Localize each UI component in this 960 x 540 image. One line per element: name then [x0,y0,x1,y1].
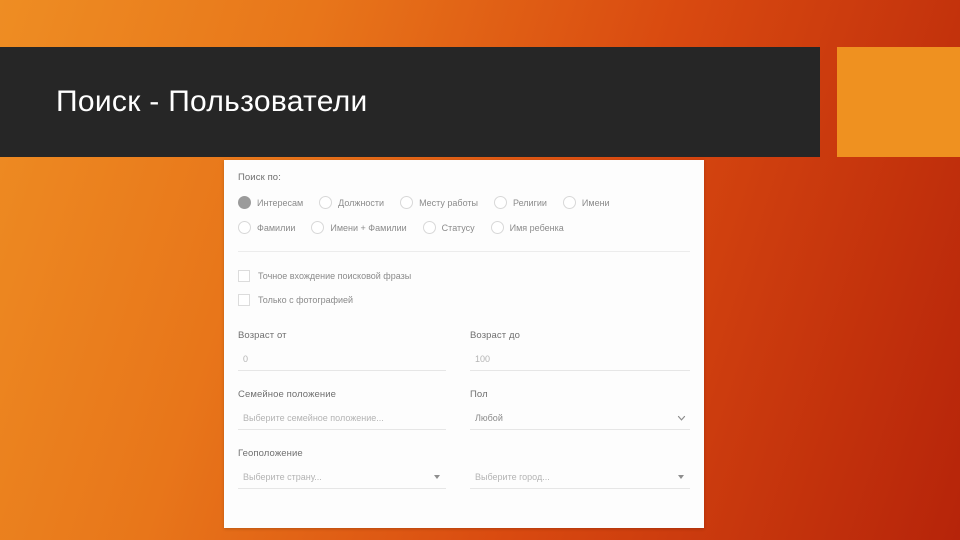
radio-option-position[interactable]: Должности [319,196,384,209]
radio-label: Имя ребенка [509,222,564,233]
radio-row: Интересам Должности Месту работы Религии [238,190,690,215]
marital-status-field: Семейное положение Выберите семейное пол… [238,389,464,430]
geolocation-section: Геоположение Выберите страну... Выберите… [224,448,704,489]
radio-option-lastname[interactable]: Фамилии [238,221,295,234]
page-title: Поиск - Пользователи [56,85,368,118]
city-placeholder: Выберите город... [475,472,550,482]
geolocation-label: Геоположение [238,448,303,459]
radio-icon [238,196,251,209]
geolocation-row: Выберите страну... Выберите город... [238,466,690,489]
age-fields-row: Возраст от 0 Возраст до 100 [224,330,704,371]
age-from-field: Возраст от 0 [238,330,464,371]
age-from-label: Возраст от [238,330,287,341]
radio-option-workplace[interactable]: Месту работы [400,196,478,209]
radio-option-status[interactable]: Статусу [422,221,475,234]
city-field: Выберите город... [464,466,690,489]
radio-option-firstname[interactable]: Имени [562,196,610,209]
radio-label: Имени + Фамилии [330,222,407,233]
radio-icon [238,221,251,234]
radio-label: Фамилии [257,222,296,233]
marital-status-label: Семейное положение [238,389,337,400]
radio-icon [311,221,325,234]
title-bar: Поиск - Пользователи [0,47,820,157]
slide-canvas: Поиск - Пользователи Поиск по: Интересам… [0,0,960,540]
checkbox-section: Точное вхождение поисковой фразы Только … [224,252,704,312]
checkbox-label: Только с фотографией [258,295,354,305]
status-gender-row: Семейное положение Выберите семейное пол… [224,389,704,430]
radio-option-childname[interactable]: Имя ребенка [490,221,564,234]
country-select[interactable]: Выберите страну... [238,466,446,489]
gender-select[interactable]: Любой [470,407,690,430]
age-to-label: Возраст до [470,330,521,341]
radio-option-fullname[interactable]: Имени + Фамилии [311,221,407,234]
country-placeholder: Выберите страну... [243,472,322,482]
radio-icon [422,221,436,234]
gender-label: Пол [470,389,488,400]
gender-field: Пол Любой [464,389,690,430]
radio-icon [490,221,504,234]
radio-icon [562,196,576,209]
search-by-label: Поиск по: [238,172,281,183]
city-select[interactable]: Выберите город... [470,466,690,489]
age-from-input[interactable]: 0 [238,348,446,371]
age-to-placeholder: 100 [475,354,491,364]
checkbox-icon [238,270,250,282]
radio-icon [493,196,507,209]
age-to-field: Возраст до 100 [464,330,690,371]
marital-status-select[interactable]: Выберите семейное положение... [238,407,446,430]
accent-block [837,47,960,157]
radio-icon [319,196,333,209]
caret-down-icon [434,475,440,479]
radio-option-interests[interactable]: Интересам [238,196,303,209]
checkbox-exact-phrase[interactable]: Точное вхождение поисковой фразы [238,264,690,288]
country-field: Выберите страну... [238,466,464,489]
chevron-down-icon [677,415,686,421]
radio-label: Религии [512,197,547,208]
radio-option-religion[interactable]: Религии [493,196,547,209]
search-by-section: Поиск по: Интересам Должности Месту рабо… [224,160,704,252]
search-by-radio-group: Интересам Должности Месту работы Религии [238,190,690,240]
radio-label: Должности [338,197,385,208]
radio-label: Статусу [441,222,475,233]
marital-status-placeholder: Выберите семейное положение... [243,413,384,423]
checkbox-icon [238,294,250,306]
search-form-panel: Поиск по: Интересам Должности Месту рабо… [224,160,704,528]
radio-icon [400,196,414,209]
radio-label: Месту работы [419,197,478,208]
checkbox-label: Точное вхождение поисковой фразы [258,271,412,281]
radio-label: Интересам [257,197,304,208]
radio-row: Фамилии Имени + Фамилии Статусу Имя ребе… [238,215,690,240]
checkbox-with-photo[interactable]: Только с фотографией [238,288,690,312]
caret-down-icon [678,475,684,479]
gender-value: Любой [475,413,503,423]
radio-label: Имени [581,197,610,208]
age-to-input[interactable]: 100 [470,348,690,371]
age-from-placeholder: 0 [243,354,249,364]
